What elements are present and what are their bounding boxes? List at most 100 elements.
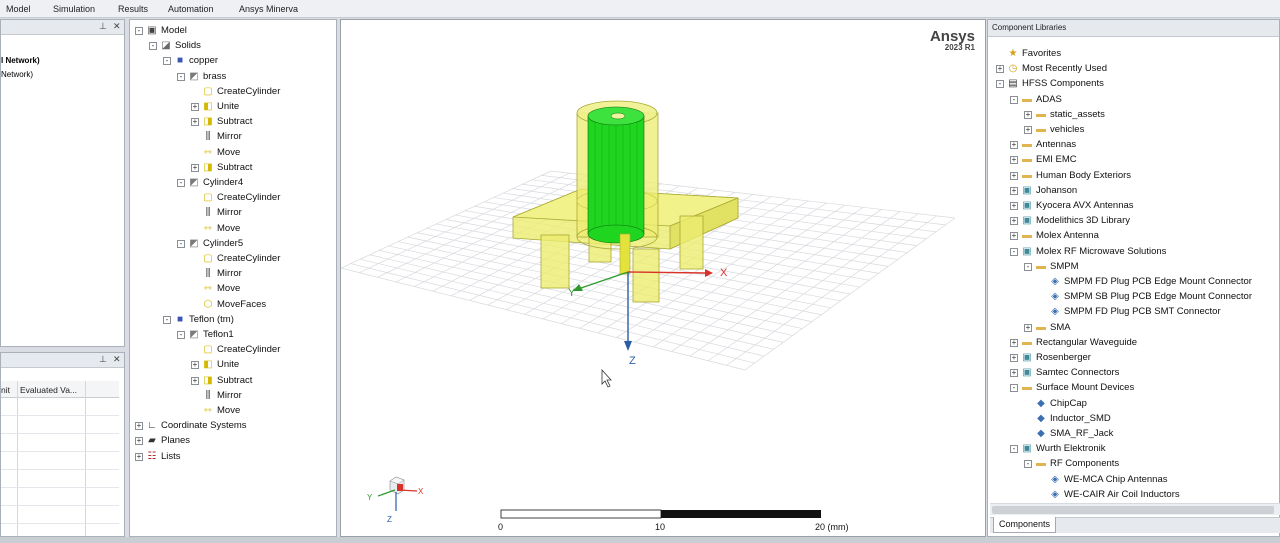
orientation-triad[interactable] — [377, 476, 418, 511]
component-icon: ◈ — [1051, 276, 1059, 287]
menu-simulation[interactable]: Simulation — [53, 4, 95, 14]
expand-icon[interactable]: + — [135, 452, 143, 461]
horizontal-scrollbar[interactable] — [990, 503, 1280, 515]
expand-icon[interactable]: + — [191, 376, 199, 385]
solid-icon: ◩ — [189, 329, 199, 340]
component-tree-item-label: Rosenberger — [1036, 352, 1091, 363]
create-cylinder-icon: ▢ — [203, 344, 213, 356]
collapse-icon[interactable]: - — [1010, 384, 1018, 393]
grid-row[interactable] — [1, 523, 119, 524]
collapse-icon[interactable]: - — [996, 80, 1004, 89]
properties-panel: ⊥ ✕ nit Evaluated Va... — [0, 352, 125, 537]
collapse-icon[interactable]: - — [1024, 262, 1032, 271]
collapse-icon[interactable]: - — [163, 315, 171, 324]
collapse-icon[interactable]: - — [177, 239, 185, 248]
expand-icon[interactable]: + — [1010, 217, 1018, 226]
close-icon[interactable]: ✕ — [113, 354, 121, 365]
collapse-icon[interactable]: - — [177, 179, 185, 187]
expand-icon[interactable]: + — [191, 361, 199, 370]
expand-icon[interactable]: + — [1010, 369, 1018, 378]
collapse-icon[interactable]: - — [149, 42, 157, 51]
component-icon: ◈ — [1051, 291, 1059, 303]
collapse-icon[interactable]: - — [1010, 247, 1018, 256]
component-small-icon: ◆ — [1037, 412, 1045, 424]
grid-row[interactable] — [1, 505, 119, 506]
component-tree-item-label: Human Body Exteriors — [1036, 169, 1132, 181]
expand-icon[interactable]: + — [1010, 232, 1018, 241]
tab-components[interactable]: Components — [993, 517, 1057, 533]
menu-ansys-minerva[interactable]: Ansys Minerva — [239, 4, 298, 14]
menu-automation[interactable]: Automation — [168, 4, 214, 14]
expand-icon[interactable]: + — [191, 118, 199, 127]
move-icon: ⇿ — [203, 146, 213, 158]
pin-icon[interactable]: ⊥ — [99, 21, 107, 32]
scale-label-0: 0 — [498, 522, 504, 532]
collapse-icon[interactable]: - — [177, 72, 185, 81]
expand-icon[interactable]: + — [1010, 338, 1018, 347]
pin-icon[interactable]: ⊥ — [99, 354, 107, 365]
expand-icon[interactable]: + — [1010, 354, 1018, 362]
expand-icon[interactable]: + — [135, 437, 143, 446]
expand-icon[interactable]: + — [191, 163, 199, 172]
expand-icon[interactable]: + — [1024, 126, 1032, 134]
collapse-icon[interactable]: - — [135, 27, 143, 35]
collapse-icon[interactable]: - — [1024, 460, 1032, 469]
scale-bar — [500, 509, 821, 519]
grid-row[interactable] — [1, 451, 119, 452]
scene-canvas[interactable]: X Y Z X Y Z — [341, 20, 986, 537]
component-tree-item-label: SMA_RF_Jack — [1050, 428, 1114, 439]
project-item[interactable]: Network) — [1, 70, 33, 79]
collapse-icon[interactable]: - — [163, 57, 171, 66]
collapse-icon[interactable]: - — [1010, 95, 1018, 104]
model-tree-item-label: MoveFaces — [217, 298, 267, 310]
grid-row[interactable] — [1, 469, 119, 470]
modeler-viewport[interactable]: Ansys 2023 R1 X Y Z X Y Z 0 10 20 (mm) — [340, 19, 986, 537]
expand-icon[interactable]: + — [1010, 141, 1018, 150]
grid-row[interactable] — [1, 415, 119, 416]
collapse-icon[interactable]: - — [1010, 445, 1018, 454]
model-tree-item-label: copper — [189, 55, 219, 67]
column-evaluated-value[interactable]: Evaluated Va... — [20, 385, 77, 395]
model-tree-item-label: Cylinder5 — [203, 237, 244, 249]
project-item[interactable]: l Network) — [1, 56, 40, 65]
expand-icon[interactable]: + — [1024, 323, 1032, 332]
expand-icon[interactable]: + — [135, 422, 143, 431]
model-tree-item-label: CreateCylinder — [217, 253, 281, 264]
grid-row[interactable] — [1, 487, 119, 488]
axis-x-label: X — [720, 267, 728, 279]
model-tree-item-label: Mirror — [217, 268, 242, 280]
component-tree-item-label: vehicles — [1050, 124, 1085, 135]
model-tree-item-label: Move — [217, 283, 241, 295]
subtract-icon: ◨ — [203, 161, 213, 173]
component-tree-item-label: Samtec Connectors — [1036, 367, 1120, 379]
grid-row[interactable] — [1, 433, 119, 434]
expand-icon[interactable]: + — [1024, 110, 1032, 119]
component-tree-item-label: Inductor_SMD — [1050, 412, 1111, 424]
model-tree-item-label: Subtract — [217, 116, 253, 128]
menu-results[interactable]: Results — [118, 4, 148, 14]
expand-icon[interactable]: + — [996, 65, 1004, 74]
scrollbar-thumb[interactable] — [992, 506, 1274, 514]
expand-icon[interactable]: + — [1010, 156, 1018, 165]
component-tree-item-label: WE-CAIR Air Coil Inductors — [1064, 488, 1180, 500]
triad-y-label: Y — [367, 493, 373, 502]
solid-icon: ◩ — [189, 177, 199, 188]
mouse-cursor-icon — [601, 368, 612, 388]
expand-icon[interactable]: + — [1010, 202, 1018, 210]
menu-model[interactable]: Model — [6, 4, 31, 14]
component-tree-item-label: SMPM — [1050, 260, 1079, 272]
column-unit[interactable]: nit — [1, 385, 10, 395]
component-tree-item-label: SMA — [1050, 321, 1071, 333]
expand-icon[interactable]: + — [1010, 171, 1018, 180]
component-tree-item-label: ChipCap — [1050, 397, 1087, 409]
collapse-icon[interactable]: - — [177, 331, 185, 339]
vendor-icon: ▣ — [1022, 200, 1032, 211]
model-tree-item-label: Coordinate Systems — [161, 420, 247, 432]
folder-icon: ▬ — [1036, 124, 1046, 135]
component-tree-item-label: HFSS Components — [1022, 78, 1104, 90]
expand-icon[interactable]: + — [191, 103, 199, 111]
component-tree-item-label: SMPM FD Plug PCB Edge Mount Connector — [1064, 276, 1252, 287]
close-icon[interactable]: ✕ — [113, 21, 121, 32]
component-tree-item-label: static_assets — [1050, 108, 1105, 120]
expand-icon[interactable]: + — [1010, 186, 1018, 195]
